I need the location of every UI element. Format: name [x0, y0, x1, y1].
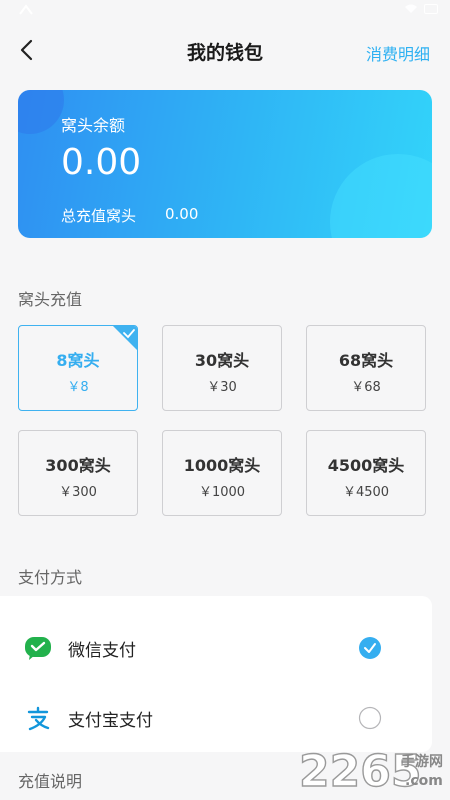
watermark-domain: .com — [405, 773, 443, 789]
recharge-option-300[interactable]: 300窝头 ￥300 — [18, 430, 138, 516]
battery-icon — [424, 3, 438, 14]
recharge-option-price: ￥30 — [207, 380, 237, 395]
balance-value: 0.00 — [61, 142, 142, 183]
balance-card: 窝头余额 0.00 总充值窝头 0.00 — [18, 90, 432, 238]
radio-checked-icon[interactable] — [358, 636, 382, 660]
payment-method-label: 微信支付 — [68, 641, 136, 661]
alipay-icon — [27, 706, 50, 731]
payment-method-alipay[interactable]: 支付宝支付 — [0, 688, 432, 748]
total-recharge-label: 总充值窝头 — [61, 207, 137, 225]
recharge-option-4500[interactable]: 4500窝头 ￥4500 — [306, 430, 426, 516]
radio-unchecked-icon[interactable] — [358, 706, 382, 730]
recharge-option-label: 4500窝头 — [327, 456, 405, 475]
recharge-section-title: 窝头充值 — [18, 290, 83, 309]
recharge-option-price: ￥8 — [67, 380, 89, 395]
notification-icon — [19, 4, 33, 15]
recharge-option-price: ￥68 — [351, 380, 381, 395]
recharge-option-label: 8窝头 — [56, 351, 100, 370]
recharge-option-label: 30窝头 — [194, 351, 250, 370]
recharge-notes-title: 充值说明 — [18, 772, 83, 791]
payment-methods-panel: 微信支付 支付宝支付 — [0, 596, 432, 752]
recharge-option-1000[interactable]: 1000窝头 ￥1000 — [162, 430, 282, 516]
payment-method-label: 支付宝支付 — [68, 711, 153, 731]
consumption-details-link[interactable]: 消费明细 — [366, 41, 430, 65]
recharge-option-price: ￥300 — [59, 485, 97, 500]
recharge-option-label: 300窝头 — [45, 456, 111, 475]
total-recharge-value: 0.00 — [165, 205, 199, 223]
recharge-option-price: ￥4500 — [342, 485, 390, 500]
payment-section-title: 支付方式 — [18, 568, 83, 587]
header: 我的钱包 消费明细 — [0, 22, 450, 80]
status-bar — [0, 0, 450, 22]
wechat-pay-icon — [25, 637, 51, 660]
watermark-text: 手游网 — [401, 753, 443, 770]
recharge-option-label: 68窝头 — [338, 351, 394, 370]
status-icons — [404, 3, 438, 14]
recharge-option-label: 1000窝头 — [183, 456, 261, 475]
wifi-icon — [405, 4, 417, 13]
recharge-option-8[interactable]: 8窝头 ￥8 — [18, 325, 138, 411]
payment-method-wechat[interactable]: 微信支付 — [0, 618, 432, 678]
recharge-option-30[interactable]: 30窝头 ￥30 — [162, 325, 282, 411]
recharge-option-68[interactable]: 68窝头 ￥68 — [306, 325, 426, 411]
site-watermark-logo: 2265 手游网 .com — [298, 745, 443, 796]
decorative-bubble — [330, 154, 432, 238]
decorative-bubble — [18, 90, 64, 134]
recharge-option-price: ￥1000 — [198, 485, 246, 500]
balance-label: 窝头余额 — [61, 116, 126, 135]
